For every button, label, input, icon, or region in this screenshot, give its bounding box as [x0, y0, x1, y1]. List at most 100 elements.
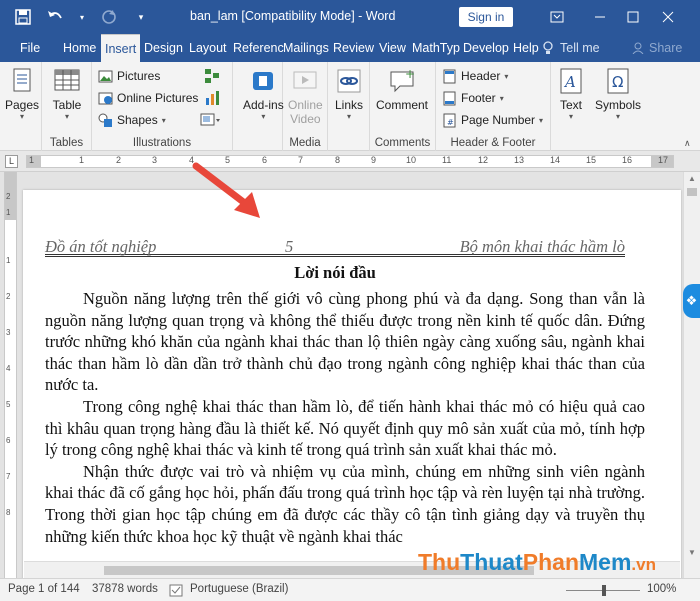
- ruler-number: 9: [371, 155, 377, 165]
- ruler-number: 17: [658, 155, 669, 165]
- tell-me-box[interactable]: Tell me: [542, 34, 600, 62]
- collapse-ribbon-icon[interactable]: ∧: [684, 138, 691, 149]
- chevron-down-icon: ▾: [568, 112, 573, 121]
- page-header[interactable]: Đồ án tốt nghiệp 5 Bộ môn khai thác hầm …: [45, 237, 625, 257]
- header-right-text: Bộ môn khai thác hầm lò: [459, 237, 625, 256]
- vertical-ruler[interactable]: 2 1 1 2 3 4 5 6 7 8: [4, 172, 17, 578]
- symbols-button[interactable]: Ω Symbols ▾: [595, 66, 641, 121]
- scroll-down-icon[interactable]: ▼: [688, 548, 696, 557]
- paragraph: Nhận thức được vai trò và nhiệm vụ của m…: [45, 461, 645, 546]
- text-box-icon: A: [560, 68, 582, 94]
- chevron-down-icon: ▾: [346, 112, 351, 121]
- ruler-number: 1: [79, 155, 85, 165]
- tab-mailings[interactable]: Mailings: [283, 34, 329, 62]
- scroll-up-icon[interactable]: ▲: [688, 174, 696, 183]
- tab-mathtype[interactable]: MathTyp: [412, 34, 460, 62]
- group-label-header-footer: Header & Footer: [450, 137, 536, 149]
- tab-home[interactable]: Home: [63, 34, 96, 62]
- comment-button[interactable]: + Comment: [376, 66, 428, 112]
- pictures-label: Pictures: [117, 69, 161, 83]
- vruler-number: 3: [6, 328, 11, 337]
- word-count[interactable]: 37878 words: [92, 583, 158, 595]
- vertical-scrollbar[interactable]: ▲ ▼: [683, 172, 700, 578]
- zoom-level[interactable]: 100%: [647, 583, 676, 595]
- document-body[interactable]: Nguồn năng lượng trên thế giới vô cùng p…: [45, 288, 645, 547]
- tab-selector-icon[interactable]: L: [5, 155, 18, 168]
- language[interactable]: Portuguese (Brazil): [190, 583, 288, 595]
- proofing-icon[interactable]: [169, 584, 183, 597]
- tab-help[interactable]: Help: [513, 34, 539, 62]
- group-media: Online Video Media: [283, 62, 328, 151]
- page-count[interactable]: Page 1 of 144: [8, 583, 80, 595]
- chevron-down-icon: ▾: [616, 112, 621, 121]
- online-pictures-label: Online Pictures: [117, 91, 199, 105]
- ruler-number: 6: [262, 155, 268, 165]
- scroll-thumb[interactable]: [687, 188, 697, 196]
- tab-review[interactable]: Review: [333, 34, 374, 62]
- dropbox-icon[interactable]: ❖: [683, 284, 700, 318]
- ruler-number: 11: [442, 155, 452, 165]
- ruler-number: 4: [189, 155, 195, 165]
- pictures-button[interactable]: Pictures: [98, 66, 160, 86]
- tab-design[interactable]: Design: [144, 34, 183, 62]
- customize-qat-icon[interactable]: ▾: [132, 8, 150, 26]
- tab-file[interactable]: File: [20, 34, 40, 62]
- table-button[interactable]: Table ▾: [52, 66, 82, 121]
- close-icon[interactable]: [656, 6, 680, 28]
- horizontal-ruler[interactable]: 1 2 1 1 2 3 4 5 6 7 8 9 10 11 12 13 14 1…: [26, 155, 674, 168]
- group-label-comments: Comments: [374, 137, 431, 149]
- maximize-icon[interactable]: [621, 6, 645, 28]
- ruler-number: 7: [298, 155, 304, 165]
- page-number-button[interactable]: # Page Number ▾: [442, 110, 543, 130]
- online-video-button[interactable]: Online Video: [288, 66, 323, 126]
- status-bar: Page 1 of 144 37878 words Portuguese (Br…: [0, 578, 700, 601]
- comment-label: Comment: [376, 98, 429, 112]
- tab-layout[interactable]: Layout: [189, 34, 227, 62]
- vruler-number: 4: [6, 364, 11, 373]
- zoom-slider-knob[interactable]: [602, 585, 606, 596]
- chevron-down-icon: ▾: [64, 112, 69, 121]
- person-icon: [632, 42, 644, 54]
- ribbon-display-icon[interactable]: [545, 6, 569, 28]
- tab-insert[interactable]: Insert: [101, 34, 141, 62]
- undo-dropdown-icon[interactable]: ▾: [78, 8, 86, 26]
- screenshot-icon[interactable]: [200, 112, 222, 128]
- chevron-down-icon: ▾: [504, 71, 509, 81]
- header-left-text: Đồ án tốt nghiệp: [45, 237, 157, 256]
- header-icon: [443, 69, 456, 83]
- shapes-button[interactable]: Shapes ▾: [98, 110, 166, 130]
- online-pictures-button[interactable]: Online Pictures: [98, 88, 198, 108]
- table-icon: [54, 69, 80, 91]
- save-icon[interactable]: [14, 8, 32, 26]
- group-label-media: Media: [289, 137, 321, 149]
- vruler-number: 5: [6, 400, 11, 409]
- text-button[interactable]: A Text ▾: [556, 66, 586, 121]
- add-ins-button[interactable]: Add-ins ▾: [243, 66, 284, 121]
- document-page[interactable]: Đồ án tốt nghiệp 5 Bộ môn khai thác hầm …: [23, 190, 681, 578]
- minimize-icon[interactable]: [588, 6, 612, 28]
- paragraph: Trong công nghệ khai thác than hầm lò, đ…: [45, 396, 645, 460]
- footer-icon: [443, 91, 456, 105]
- pages-button[interactable]: Pages ▾: [5, 66, 39, 121]
- watermark-part: Thu: [418, 549, 461, 575]
- undo-icon[interactable]: [46, 8, 64, 26]
- ruler-number: 16: [622, 155, 633, 165]
- tab-developer[interactable]: Develop: [463, 34, 509, 62]
- links-button[interactable]: Links ▾: [334, 66, 364, 121]
- tab-references[interactable]: Referenc: [233, 34, 284, 62]
- header-button[interactable]: Header ▾: [442, 66, 508, 86]
- redo-icon[interactable]: [100, 8, 118, 26]
- horizontal-ruler-row: L 1 2 1 1 2 3 4 5 6 7 8 9 10 11 12 13 14…: [0, 151, 700, 172]
- tell-me-label: Tell me: [560, 41, 600, 55]
- links-label: Links: [334, 98, 363, 112]
- tab-view[interactable]: View: [379, 34, 406, 62]
- pages-icon: [13, 68, 31, 92]
- picture-icon: [98, 70, 113, 82]
- footer-button[interactable]: Footer ▾: [442, 88, 504, 108]
- share-button[interactable]: Share: [632, 34, 682, 62]
- smartart-icon[interactable]: [204, 68, 220, 84]
- comment-icon: +: [390, 67, 415, 93]
- chart-icon[interactable]: [204, 90, 220, 106]
- online-video-label-2: Video: [290, 112, 321, 126]
- sign-in-button[interactable]: Sign in: [459, 7, 513, 27]
